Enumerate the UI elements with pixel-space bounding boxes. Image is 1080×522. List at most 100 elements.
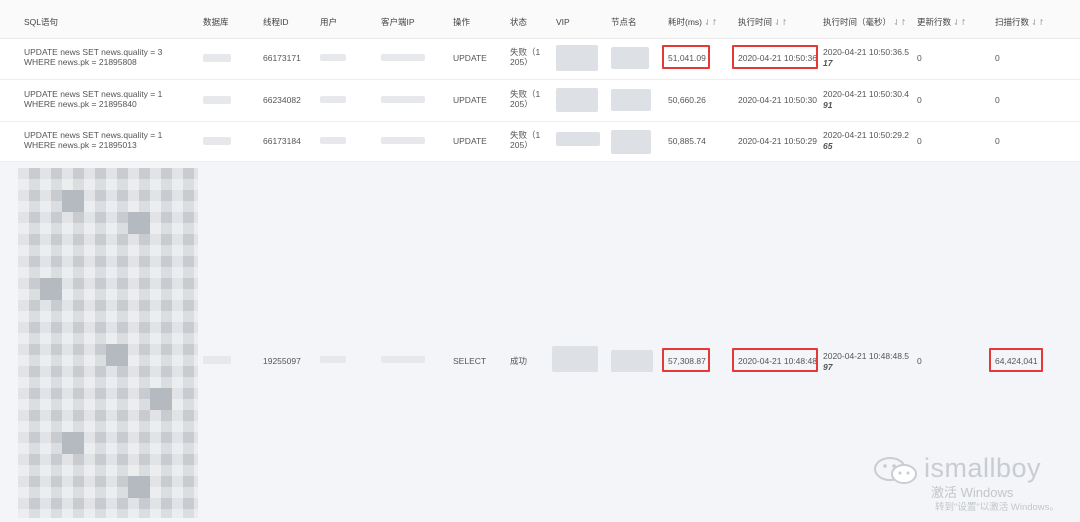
- updated-rows-cell: 0: [917, 95, 922, 105]
- sort-icon[interactable]: ⇃↾: [704, 18, 717, 27]
- redacted-db: [203, 54, 231, 62]
- header-scanned-rows-label: 扫描行数: [995, 17, 1030, 27]
- exec-time-ms-cell: 2020-04-21 10:50:30.4 91: [823, 89, 909, 111]
- brand-watermark: ismallboy: [924, 453, 1042, 483]
- exec-time-ms-main: 2020-04-21 10:50:36.5: [823, 47, 910, 57]
- status-cell: 失败（1 205）: [510, 130, 541, 150]
- updated-rows-cell: 0: [917, 356, 922, 366]
- exec-time-ms-main: 2020-04-21 10:50:30.4: [823, 89, 910, 99]
- exec-time-ms-frac: 97: [823, 362, 833, 372]
- redacted-user: [320, 54, 346, 61]
- redacted-client-ip: [381, 356, 425, 363]
- sort-icon[interactable]: ⇃↾: [1031, 18, 1044, 27]
- sql-cell: UPDATE news SET news.quality = 1 WHERE n…: [24, 130, 163, 150]
- exec-time-ms-main: 2020-04-21 10:48:48.5: [823, 351, 910, 361]
- mosaic-block: [62, 190, 84, 212]
- header-status: 状态: [510, 17, 528, 27]
- table-row[interactable]: UPDATE news SET news.quality = 1 WHERE n…: [0, 122, 1080, 162]
- exec-time-cell: 2020-04-21 10:50:30: [738, 95, 817, 105]
- mosaic-block: [40, 278, 62, 300]
- header-updated-rows[interactable]: 更新行数 ⇃↾: [917, 17, 966, 28]
- status-cell: 成功: [510, 356, 528, 366]
- table-row[interactable]: UPDATE news SET news.quality = 1 WHERE n…: [0, 80, 1080, 122]
- header-thread-id: 线程ID: [263, 17, 289, 27]
- header-client-ip: 客户端IP: [381, 17, 415, 27]
- header-node: 节点名: [611, 17, 637, 27]
- highlight-box: [662, 348, 710, 372]
- wechat-logo-icon: [874, 457, 917, 484]
- updated-rows-cell: 0: [917, 53, 922, 63]
- exec-time-ms-cell: 2020-04-21 10:48:48.5 97: [823, 351, 909, 373]
- status-cell: 失败（1 205）: [510, 47, 541, 67]
- thread-id-cell: 19255097: [263, 356, 301, 366]
- elapsed-cell: 50,660.26: [668, 95, 706, 105]
- header-updated-rows-label: 更新行数: [917, 17, 952, 27]
- thread-id-cell: 66173171: [263, 53, 301, 63]
- sort-icon[interactable]: ⇃↾: [953, 18, 966, 27]
- operation-cell: UPDATE: [453, 136, 487, 146]
- exec-time-ms-frac: 91: [823, 100, 833, 110]
- highlight-box: [732, 45, 818, 69]
- scanned-rows-cell: 0: [995, 53, 1000, 63]
- table-header: SQL语句 数据库 线程ID 用户 客户端IP 操作 状态 VIP 节点名 耗时…: [0, 0, 1080, 39]
- mosaic-block: [128, 212, 150, 234]
- highlight-box: [732, 348, 818, 372]
- header-scanned-rows[interactable]: 扫描行数 ⇃↾: [995, 17, 1044, 28]
- header-exec-time-ms[interactable]: 执行时间（毫秒） ⇃↾: [823, 17, 906, 28]
- header-exec-time-label: 执行时间: [738, 17, 773, 27]
- exec-time-ms-main: 2020-04-21 10:50:29.2: [823, 130, 910, 140]
- operation-cell: SELECT: [453, 356, 487, 366]
- redacted-db: [203, 356, 231, 364]
- sort-icon[interactable]: ⇃↾: [774, 18, 787, 27]
- sort-icon[interactable]: ⇃↾: [893, 18, 906, 27]
- header-vip: VIP: [556, 17, 570, 27]
- header-sql: SQL语句: [24, 17, 59, 27]
- sql-cell: UPDATE news SET news.quality = 3 WHERE n…: [24, 47, 163, 67]
- operation-cell: UPDATE: [453, 95, 487, 105]
- redacted-client-ip: [381, 54, 425, 61]
- header-elapsed-label: 耗时(ms): [668, 17, 702, 27]
- exec-time-ms-frac: 17: [823, 58, 833, 68]
- scanned-rows-cell: 0: [995, 95, 1000, 105]
- thread-id-cell: 66173184: [263, 136, 301, 146]
- header-exec-time[interactable]: 执行时间 ⇃↾: [738, 17, 787, 28]
- redacted-sql-text: [18, 168, 198, 518]
- redacted-client-ip: [381, 96, 425, 103]
- mosaic-block: [150, 388, 172, 410]
- redacted-node: [611, 47, 649, 69]
- mosaic-block: [128, 476, 150, 498]
- header-user: 用户: [320, 17, 338, 27]
- header-exec-time-ms-label: 执行时间（毫秒）: [823, 17, 892, 27]
- redacted-vip: [556, 88, 598, 112]
- scanned-rows-cell: 0: [995, 136, 1000, 146]
- exec-time-ms-cell: 2020-04-21 10:50:36.5 17: [823, 47, 909, 69]
- elapsed-cell: 50,885.74: [668, 136, 706, 146]
- redacted-node: [611, 89, 651, 111]
- mosaic-block: [62, 432, 84, 454]
- redacted-vip: [556, 45, 598, 71]
- redacted-vip: [552, 346, 598, 372]
- redacted-user: [320, 96, 346, 103]
- redacted-client-ip: [381, 137, 425, 144]
- thread-id-cell: 66234082: [263, 95, 301, 105]
- exec-time-ms-cell: 2020-04-21 10:50:29.2 65: [823, 130, 909, 152]
- exec-time-ms-frac: 65: [823, 141, 833, 151]
- redacted-node: [611, 350, 653, 372]
- updated-rows-cell: 0: [917, 136, 922, 146]
- activate-windows-hint: 转到"设置"以激活 Windows。: [935, 502, 1059, 513]
- operation-cell: UPDATE: [453, 53, 487, 63]
- mosaic-block: [106, 344, 128, 366]
- redacted-user: [320, 137, 346, 144]
- redacted-user: [320, 356, 346, 363]
- sql-cell: UPDATE news SET news.quality = 1 WHERE n…: [24, 89, 163, 109]
- redacted-vip: [556, 132, 600, 146]
- header-operation: 操作: [453, 17, 471, 27]
- exec-time-cell: 2020-04-21 10:50:29: [738, 136, 817, 146]
- redacted-db: [203, 96, 231, 104]
- table-row[interactable]: UPDATE news SET news.quality = 3 WHERE n…: [0, 39, 1080, 80]
- header-elapsed[interactable]: 耗时(ms) ⇃↾: [668, 17, 717, 28]
- highlight-box: [989, 348, 1043, 372]
- redacted-node: [611, 130, 651, 154]
- redacted-db: [203, 137, 231, 145]
- highlight-box: [662, 45, 710, 69]
